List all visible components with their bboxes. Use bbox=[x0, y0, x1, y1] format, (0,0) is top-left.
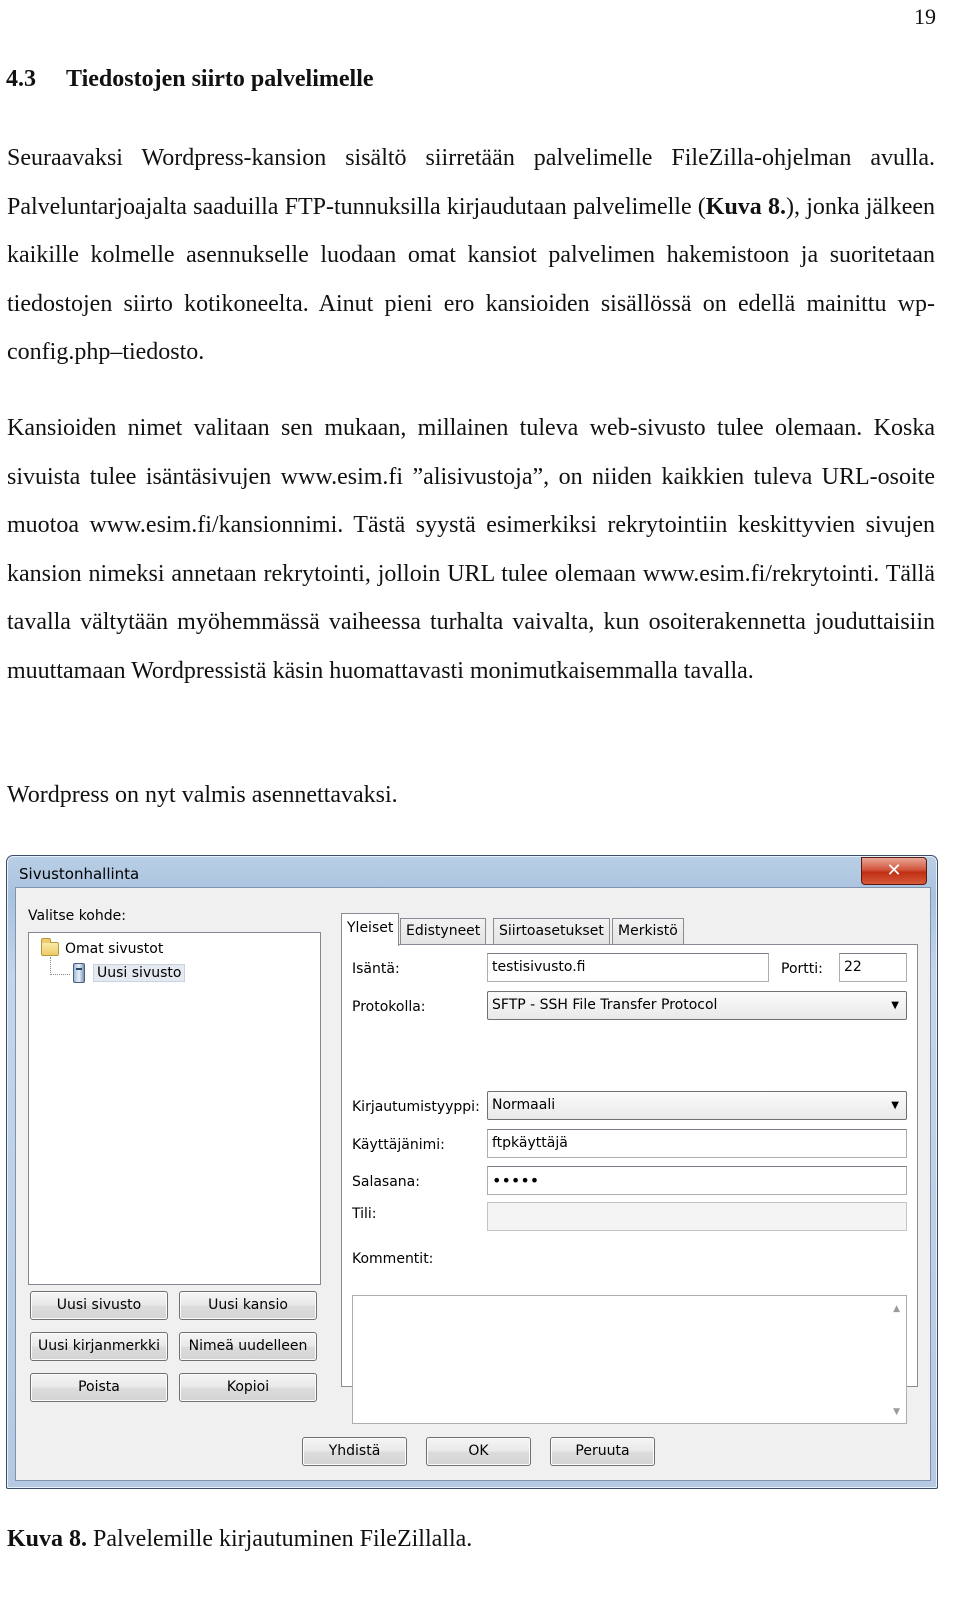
page-number: 19 bbox=[914, 4, 936, 29]
tree-item-label: Uusi sivusto bbox=[93, 964, 186, 982]
chevron-down-icon: ▼ bbox=[891, 1000, 899, 1011]
tree-item-label: Omat sivustot bbox=[65, 941, 164, 957]
protocol-select[interactable]: SFTP - SSH File Transfer Protocol ▼ bbox=[487, 991, 907, 1020]
tree-item-my-sites[interactable]: Omat sivustot bbox=[41, 938, 164, 957]
tab-transfer-settings[interactable]: Siirtoasetukset bbox=[493, 918, 610, 945]
logon-type-label: Kirjautumistyyppi: bbox=[352, 1099, 480, 1115]
tree-label: Valitse kohde: bbox=[28, 908, 126, 924]
protocol-value: SFTP - SSH File Transfer Protocol bbox=[492, 997, 718, 1013]
scroll-up-icon[interactable]: ▲ bbox=[893, 1304, 900, 1314]
tree-connector bbox=[50, 974, 70, 975]
server-icon bbox=[73, 963, 85, 983]
cancel-button[interactable]: Peruuta bbox=[550, 1437, 655, 1466]
figure-caption: Kuva 8. Palvelemille kirjautuminen FileZ… bbox=[7, 1526, 472, 1553]
section-heading: 4.3 Tiedostojen siirto palvelimelle bbox=[6, 66, 374, 93]
ok-button[interactable]: OK bbox=[426, 1437, 531, 1466]
caption-text: Palvelemille kirjautuminen FileZillalla. bbox=[93, 1526, 473, 1552]
comments-label: Kommentit: bbox=[352, 1251, 434, 1267]
logon-type-select[interactable]: Normaali ▼ bbox=[487, 1091, 907, 1120]
dialog-client-area: Valitse kohde: Omat sivustot Uusi sivust… bbox=[15, 887, 931, 1481]
tab-charset[interactable]: Merkistö bbox=[612, 918, 684, 945]
new-folder-button[interactable]: Uusi kansio bbox=[179, 1291, 317, 1320]
section-number: 4.3 bbox=[6, 66, 36, 92]
port-label: Portti: bbox=[781, 961, 823, 977]
port-input[interactable]: 22 bbox=[839, 953, 907, 982]
password-label: Salasana: bbox=[352, 1174, 420, 1190]
new-bookmark-button[interactable]: Uusi kirjanmerkki bbox=[30, 1332, 168, 1361]
username-label: Käyttäjänimi: bbox=[352, 1137, 445, 1153]
logon-type-value: Normaali bbox=[492, 1097, 556, 1113]
tree-connector bbox=[50, 957, 51, 975]
tab-general[interactable]: Yleiset bbox=[341, 913, 400, 946]
host-label: Isäntä: bbox=[352, 961, 400, 977]
close-icon[interactable]: ✕ bbox=[861, 857, 927, 885]
password-input[interactable]: ••••• bbox=[487, 1166, 907, 1195]
delete-button[interactable]: Poista bbox=[30, 1373, 168, 1402]
rename-button[interactable]: Nimeä uudelleen bbox=[179, 1332, 317, 1361]
new-site-button[interactable]: Uusi sivusto bbox=[30, 1291, 168, 1320]
copy-button[interactable]: Kopioi bbox=[179, 1373, 317, 1402]
connect-button[interactable]: Yhdistä bbox=[302, 1437, 407, 1466]
scroll-down-icon[interactable]: ▼ bbox=[893, 1407, 900, 1417]
site-tree[interactable]: Omat sivustot Uusi sivusto bbox=[28, 932, 321, 1285]
site-manager-dialog: Sivustonhallinta ✕ Valitse kohde: Omat s… bbox=[6, 855, 938, 1489]
host-input[interactable]: testisivusto.fi bbox=[487, 953, 769, 982]
chevron-down-icon: ▼ bbox=[891, 1100, 899, 1111]
tab-advanced[interactable]: Edistyneet bbox=[400, 918, 487, 945]
account-input bbox=[487, 1202, 907, 1231]
tree-item-new-site[interactable]: Uusi sivusto bbox=[73, 963, 186, 983]
paragraph-intro: Seuraavaksi Wordpress-kansion sisältö si… bbox=[7, 134, 935, 377]
paragraph-ready: Wordpress on nyt valmis asennettavaksi. bbox=[7, 782, 398, 808]
paragraph-folder-names: Kansioiden nimet valitaan sen mukaan, mi… bbox=[7, 415, 935, 684]
figure-reference: Kuva 8. bbox=[705, 193, 786, 220]
protocol-label: Protokolla: bbox=[352, 999, 426, 1015]
section-title: Tiedostojen siirto palvelimelle bbox=[66, 66, 374, 92]
comments-textarea[interactable]: ▲ ▼ bbox=[352, 1295, 907, 1424]
folder-icon bbox=[41, 938, 59, 956]
dialog-title: Sivustonhallinta bbox=[19, 865, 140, 883]
username-input[interactable]: ftpkäyttäjä bbox=[487, 1129, 907, 1158]
account-label: Tili: bbox=[352, 1206, 377, 1222]
caption-label: Kuva 8. bbox=[7, 1526, 88, 1552]
